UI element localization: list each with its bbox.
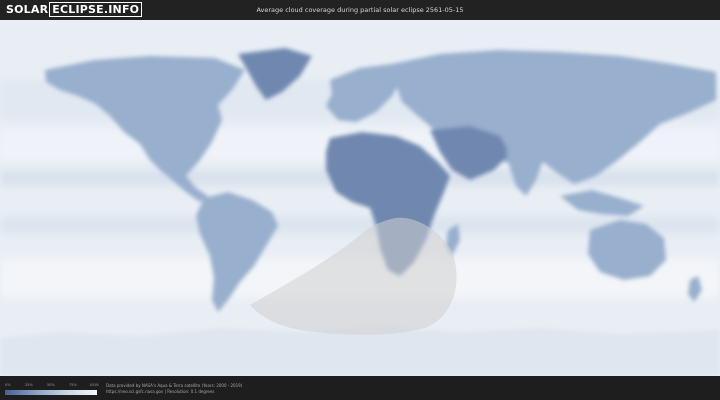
data-credits: Data provided by NASA's Aqua & Terra sat… bbox=[106, 383, 242, 395]
cloud-coverage-map bbox=[0, 20, 720, 376]
legend-tick-25: 25% bbox=[25, 383, 33, 387]
legend-tick-0: 0% bbox=[5, 383, 11, 387]
legend-tick-100: 100% bbox=[89, 383, 100, 387]
map-title: Average cloud coverage during partial so… bbox=[256, 6, 464, 14]
footer-bar: 0% 25% 50% 75% 100% Data provided by NAS… bbox=[0, 376, 720, 400]
cloud-coverage-legend-bar bbox=[5, 390, 97, 395]
legend-tick-75: 75% bbox=[69, 383, 77, 387]
credit-line-2: https://neo.sci.gsfc.nasa.gov | Resoluti… bbox=[106, 389, 215, 394]
header-bar: SOLAR ECLIPSE.INFO Average cloud coverage… bbox=[0, 0, 720, 20]
world-map-svg bbox=[0, 20, 720, 376]
legend-tick-50: 50% bbox=[47, 383, 55, 387]
legend-ticks: 0% 25% 50% 75% 100% bbox=[5, 383, 100, 389]
